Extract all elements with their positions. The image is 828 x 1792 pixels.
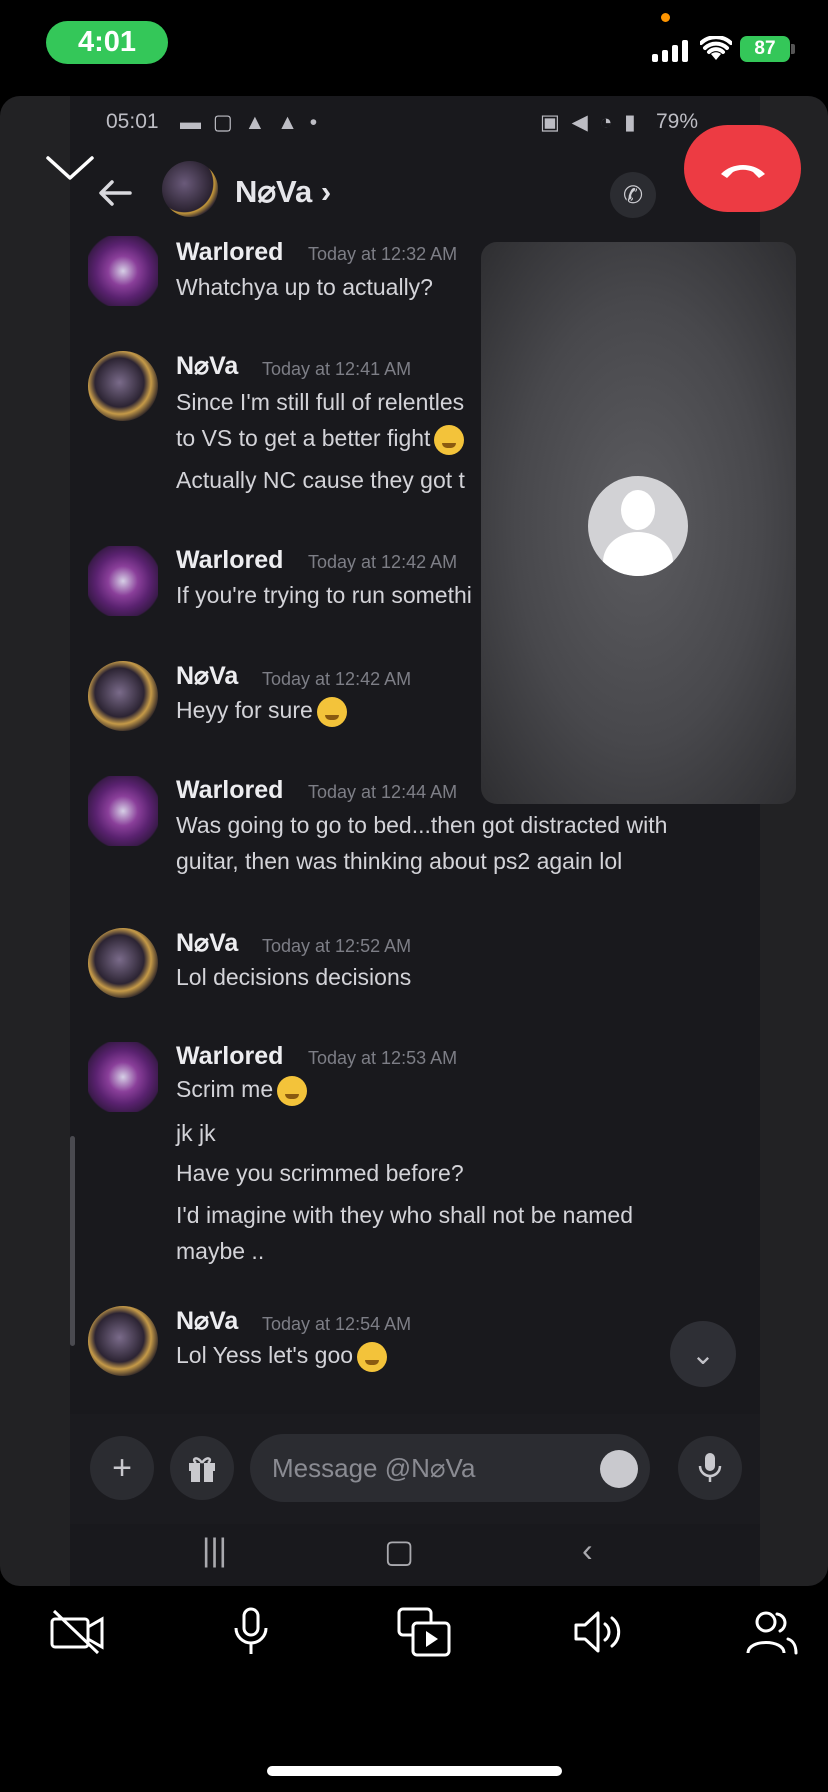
add-attachment-button[interactable]: + [90, 1436, 154, 1500]
message-timestamp: Today at 12:42 AM [308, 552, 458, 572]
speaker-button[interactable] [568, 1602, 628, 1662]
message-line: If you're trying to run somethi [176, 582, 472, 608]
status-time: 4:01 [77, 26, 137, 58]
message-line: to VS to get a better fight [176, 425, 465, 455]
message-line-text: Heyy for sure [176, 697, 313, 724]
back-icon[interactable]: ‹ [582, 1532, 593, 1569]
mic-indicator-dot [661, 13, 670, 22]
gift-icon [189, 1457, 215, 1482]
gift-button[interactable] [170, 1436, 234, 1500]
message-timestamp: Today at 12:32 AM [308, 244, 458, 264]
camera-toggle-button[interactable] [47, 1602, 107, 1662]
message-line: Whatchya up to actually? [176, 274, 433, 300]
contact-name[interactable]: N⌀Va › [235, 174, 331, 210]
message-line: Was going to go to bed...then got distra… [176, 812, 668, 838]
ios-status-bar: 4:01 87 [0, 0, 828, 90]
message-author[interactable]: Warlored [176, 776, 283, 805]
nova-avatar[interactable] [88, 1306, 158, 1376]
shared-notification-icons: ▬ ▢ ▲ ▲ • [180, 111, 321, 134]
message-timestamp: Today at 12:44 AM [308, 782, 458, 802]
warlored-avatar[interactable] [88, 776, 158, 846]
call-controls [0, 1590, 828, 1680]
message-input[interactable] [250, 1434, 650, 1502]
default-avatar-icon [588, 476, 688, 576]
back-arrow-icon[interactable] [94, 172, 136, 214]
message-line: Actually NC cause they got t [176, 467, 465, 493]
emoji-picker-icon[interactable] [600, 1450, 638, 1488]
battery-level: 87 [754, 38, 776, 59]
shared-status-time: 05:01 [106, 110, 159, 133]
message-line-text: Scrim me [176, 1076, 274, 1103]
participants-icon [746, 1611, 798, 1655]
sweat-smile-emoji-icon [316, 697, 347, 727]
message-line: Heyy for sure [176, 697, 347, 727]
self-video-preview[interactable] [481, 242, 796, 804]
message-line: I'd imagine with they who shall not be n… [176, 1202, 633, 1228]
message-line: maybe .. [176, 1238, 265, 1264]
message-author[interactable]: N⌀Va [176, 661, 238, 691]
participants-button[interactable] [742, 1602, 802, 1662]
message-author[interactable]: Warlored [176, 238, 283, 267]
upside-down-face-emoji-icon [277, 1076, 308, 1106]
hang-up-icon [720, 164, 765, 178]
message-line: Have you scrimmed before? [176, 1160, 464, 1186]
message-line-text: Lol Yess let's goo [176, 1342, 354, 1369]
nova-avatar[interactable] [88, 351, 158, 421]
message-line: Lol Yess let's goo [176, 1342, 388, 1372]
message-composer: + [70, 1414, 760, 1524]
wifi-icon [700, 36, 732, 60]
message-line: guitar, then was thinking about ps2 agai… [176, 848, 623, 874]
home-icon[interactable]: ▢ [384, 1532, 414, 1570]
voice-call-icon[interactable]: ✆ [610, 172, 656, 218]
end-call-button[interactable] [684, 125, 801, 212]
nova-avatar[interactable] [88, 928, 158, 998]
nova-avatar[interactable] [88, 661, 158, 731]
battery-cap [791, 44, 795, 54]
message-line: Since I'm still full of relentles [176, 389, 465, 415]
message-line: jk jk [176, 1120, 216, 1146]
android-navigation-bar: ||| ▢ ‹ [70, 1524, 760, 1586]
message-line: Lol decisions decisions [176, 964, 412, 990]
warlored-avatar[interactable] [88, 546, 158, 616]
shared-status-battery: 79% [656, 110, 699, 133]
plus-icon: + [112, 1448, 132, 1487]
message-author[interactable]: N⌀Va [176, 928, 238, 958]
microphone-icon [234, 1607, 268, 1654]
screen-share-icon [397, 1607, 451, 1657]
contact-avatar[interactable] [162, 161, 218, 217]
message-timestamp: Today at 12:42 AM [262, 669, 412, 689]
message-timestamp: Today at 12:41 AM [262, 359, 412, 379]
battery-indicator: 87 [740, 36, 790, 62]
screen-share-button[interactable] [394, 1602, 454, 1662]
message-line: Scrim me [176, 1076, 308, 1106]
microphone-toggle-button[interactable] [221, 1602, 281, 1662]
chat-header: N⌀Va › ✆ [70, 146, 760, 246]
scroll-to-bottom-button[interactable]: ⌄ [670, 1321, 736, 1387]
message-scrollbar[interactable] [70, 1136, 75, 1346]
grinning-emoji-icon [434, 425, 465, 455]
message-author[interactable]: N⌀Va [176, 1306, 238, 1336]
message-timestamp: Today at 12:54 AM [262, 1314, 412, 1334]
recent-apps-icon[interactable]: ||| [202, 1532, 227, 1569]
message-line-text: to VS to get a better fight [176, 425, 431, 452]
message-timestamp: Today at 12:53 AM [308, 1048, 458, 1068]
microphone-icon [698, 1453, 722, 1482]
shared-android-status-bar: 05:01 ▬ ▢ ▲ ▲ • ▣ ◀ ◔ ▮ 79% [70, 96, 760, 146]
camera-off-icon [50, 1609, 104, 1655]
shared-system-icons: ▣ ◀ ◔ ▮ [540, 111, 639, 134]
warlored-avatar[interactable] [88, 236, 158, 306]
status-time-pill[interactable]: 4:01 [46, 21, 168, 64]
message-author[interactable]: Warlored [176, 1042, 283, 1071]
home-indicator[interactable] [267, 1766, 562, 1776]
chevron-down-icon[interactable] [44, 150, 96, 186]
message-author[interactable]: Warlored [176, 546, 283, 575]
speaker-icon [574, 1611, 621, 1653]
voice-message-button[interactable] [678, 1436, 742, 1500]
warlored-avatar[interactable] [88, 1042, 158, 1112]
cellular-signal-icon [652, 40, 688, 62]
message-timestamp: Today at 12:52 AM [262, 936, 412, 956]
tongue-out-emoji-icon [357, 1342, 388, 1372]
message-author[interactable]: N⌀Va [176, 351, 238, 381]
